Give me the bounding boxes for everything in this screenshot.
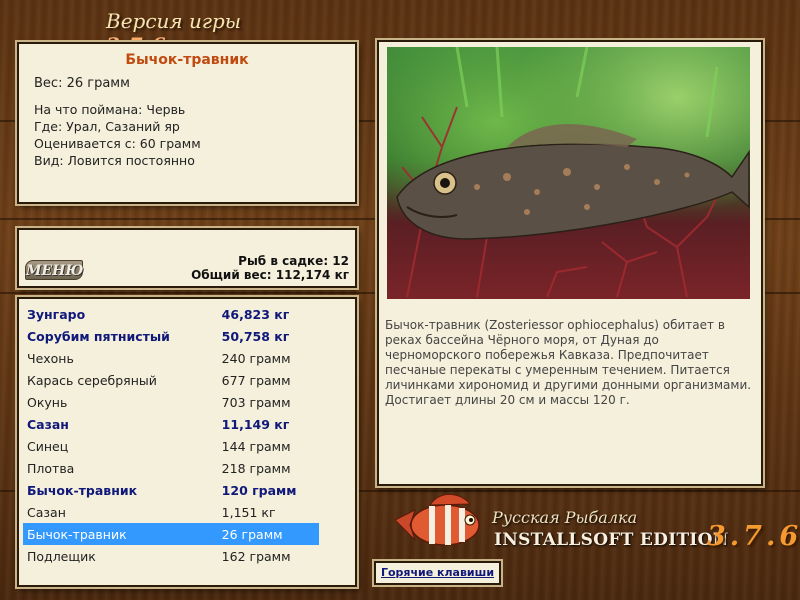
fish-valuation: Оценивается с: 60 грамм [34, 136, 201, 151]
catch-list-row[interactable]: Бычок-травник 120 грамм [23, 479, 319, 501]
catch-fish-name: Чехонь [27, 350, 74, 366]
fish-weight: Вес: 26 грамм [34, 76, 130, 91]
catch-fish-name: Сазан [27, 504, 66, 520]
fish-availability: Вид: Ловится постоянно [34, 153, 195, 168]
catch-fish-weight: 1,151 кг [221, 504, 276, 520]
fish-info-panel: Бычок-травник Вес: 26 грамм На что пойма… [17, 42, 357, 204]
logo-line2: INSTALLSOFT EDITION [494, 530, 729, 550]
fish-bait: На что поймана: Червь [34, 102, 186, 117]
catch-list: Зунгаро 46,823 кг Сорубим пятнистый 50,758 … [17, 297, 357, 587]
catch-list-row[interactable]: Плотва 218 грамм [23, 457, 319, 479]
total-weight: Общий вес: 112,174 кг [191, 268, 349, 282]
catch-fish-name: Синец [27, 438, 69, 454]
catch-fish-weight: 218 грамм [221, 460, 291, 476]
fish-photo [387, 47, 750, 299]
catch-list-row[interactable]: Сазан 11,149 кг [23, 413, 319, 435]
catch-list-row[interactable]: Карась серебряный 677 грамм [23, 369, 319, 391]
catch-list-row[interactable]: Бычок-травник 26 грамм [23, 523, 319, 545]
catch-fish-weight: 240 грамм [221, 350, 291, 366]
goby-fish-drawing [396, 124, 750, 240]
game-version-title: Версия игры 3.7.6 [106, 9, 306, 57]
fish-name: Бычок-травник [125, 52, 249, 68]
fish-logo-icon [390, 490, 490, 560]
catch-list-row[interactable]: Сазан 1,151 кг [23, 501, 319, 523]
catch-fish-weight: 144 грамм [221, 438, 291, 454]
catch-fish-weight: 677 грамм [221, 372, 291, 388]
catch-list-row[interactable]: Чехонь 240 грамм [23, 347, 319, 369]
catch-fish-name: Бычок-травник [27, 482, 138, 498]
catch-list-row[interactable]: Синец 144 грамм [23, 435, 319, 457]
fish-count: Рыб в садке: 12 [238, 254, 349, 268]
hotkeys-button[interactable]: Горячие клавиши [374, 561, 501, 585]
catch-fish-weight: 120 грамм [221, 482, 297, 498]
catch-fish-weight: 703 грамм [221, 394, 291, 410]
scrollbar[interactable] [338, 303, 352, 581]
catch-fish-weight: 50,758 кг [221, 328, 290, 344]
logo-line1: Русская Рыбалка [492, 508, 638, 527]
catch-fish-weight: 26 грамм [221, 526, 283, 542]
game-version-label: Версия игры [106, 9, 242, 33]
catch-fish-name: Плотва [27, 460, 75, 476]
catch-fish-name: Сорубим пятнистый [27, 328, 170, 344]
logo-version: 3.7.6 [707, 521, 800, 552]
catch-fish-name: Сазан [27, 416, 69, 432]
catch-fish-name: Зунгаро [27, 306, 86, 322]
catch-fish-weight: 46,823 кг [221, 306, 290, 322]
menu-button[interactable]: МЕНЮ [25, 260, 83, 280]
catch-fish-name: Окунь [27, 394, 68, 410]
catch-fish-name: Карась серебряный [27, 372, 157, 388]
catch-fish-name: Подлещик [27, 548, 96, 564]
fish-location: Где: Урал, Сазаний яр [34, 119, 180, 134]
catch-fish-name: Бычок-травник [27, 526, 127, 542]
fish-details-panel: Бычок-травник (Zosteriessor ophiocephalu… [377, 40, 763, 486]
catch-list-row[interactable]: Окунь 703 грамм [23, 391, 319, 413]
catch-summary-panel: МЕНЮ Рыб в садке: 12 Общий вес: 112,174 … [17, 228, 357, 288]
catch-fish-weight: 11,149 кг [221, 416, 290, 432]
catch-list-row[interactable]: Зунгаро 46,823 кг [23, 303, 319, 325]
catch-fish-weight: 162 грамм [221, 548, 291, 564]
catch-list-row[interactable]: Подлещик 162 грамм [23, 545, 319, 567]
catch-list-row[interactable]: Сорубим пятнистый 50,758 кг [23, 325, 319, 347]
fish-description: Бычок-травник (Zosteriessor ophiocephalu… [385, 318, 752, 407]
